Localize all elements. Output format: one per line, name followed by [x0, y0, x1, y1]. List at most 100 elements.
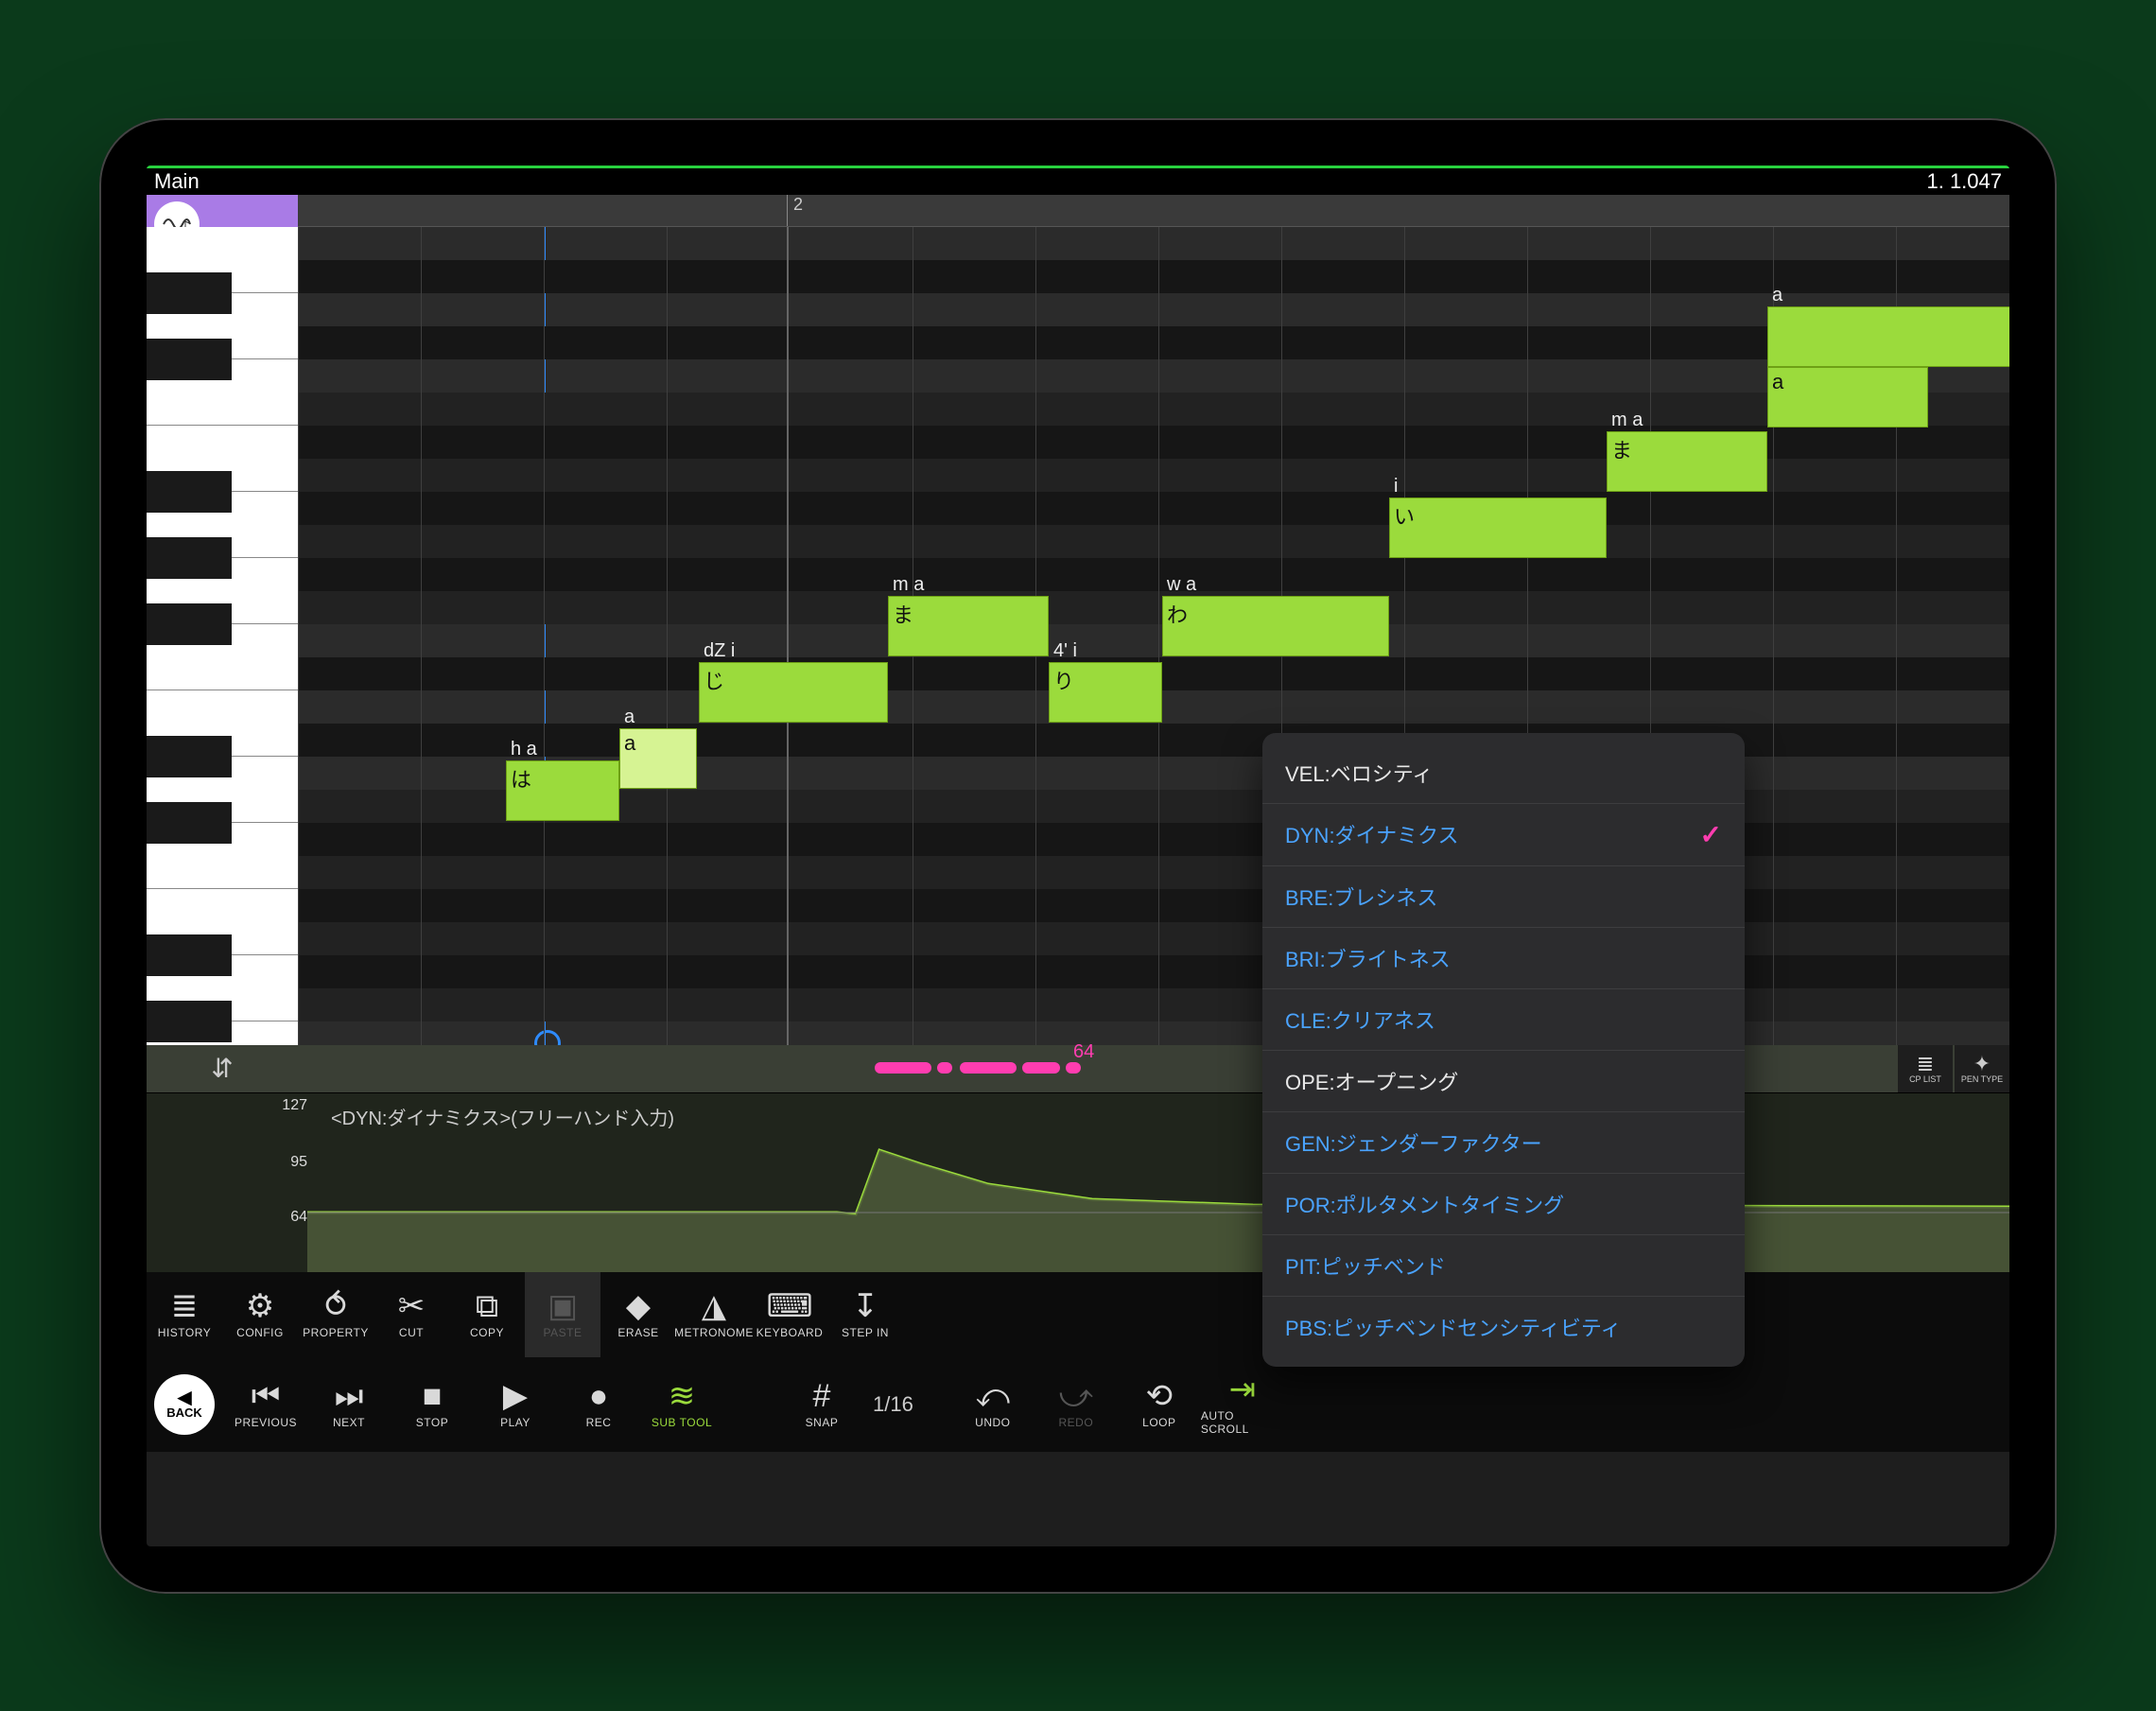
note[interactable]: iい	[1389, 498, 1607, 558]
note-phoneme: i	[1394, 476, 1398, 498]
tbtn-label: ERASE	[617, 1326, 658, 1339]
note[interactable]: aa	[1767, 367, 1928, 428]
popup-item[interactable]: OPE:オープニング	[1262, 1051, 1745, 1112]
redo-button: ⤻REDO	[1035, 1357, 1118, 1452]
popup-item[interactable]: CLE:クリアネス	[1262, 989, 1745, 1051]
note-phoneme: w a	[1167, 574, 1196, 596]
project-title: Main	[154, 169, 200, 194]
metronome-icon: ◮	[702, 1290, 726, 1322]
subtool-button[interactable]: ≋SUB TOOL	[640, 1357, 723, 1452]
popup-item-label: DYN:ダイナミクス	[1285, 819, 1458, 849]
snap-value[interactable]: 1/16	[863, 1392, 923, 1417]
stepin-button[interactable]: ↧ STEP IN	[827, 1272, 903, 1357]
note-lyric: い	[1394, 500, 1415, 531]
tbtn-label: CUT	[399, 1326, 424, 1339]
tbtn-label: CONFIG	[236, 1326, 284, 1339]
erase-icon: ◆	[626, 1290, 651, 1322]
timeline-ruler[interactable]: 2	[298, 195, 2009, 227]
popup-item[interactable]: PIT:ピッチベンド	[1262, 1235, 1745, 1297]
velocity-bar[interactable]	[875, 1062, 931, 1074]
tbtn-label: PROPERTY	[303, 1326, 369, 1339]
velocity-bar[interactable]	[1022, 1062, 1060, 1074]
note-grid[interactable]: h aはaadZ iじm aま4' iりw aわiいm aまaaa	[298, 227, 2009, 1045]
snap-button[interactable]: #SNAP	[780, 1357, 863, 1452]
velocity-bar[interactable]	[1066, 1062, 1081, 1074]
rec-button[interactable]: ●REC	[557, 1357, 640, 1452]
next-icon: ⏭	[335, 1380, 364, 1412]
velocity-bar[interactable]	[960, 1062, 1017, 1074]
popup-item-label: PIT:ピッチベンド	[1285, 1250, 1446, 1281]
toolbar-transport: ◄BACK⏮PREVIOUS⏭NEXT■STOP▶PLAY●REC≋SUB TO…	[147, 1357, 2009, 1452]
copy-icon: ⧉	[476, 1290, 498, 1322]
note[interactable]: m aま	[1607, 431, 1767, 492]
pen-icon: ✦	[1973, 1054, 1991, 1074]
config-button[interactable]: ⚙ CONFIG	[222, 1272, 298, 1357]
note-lyric: わ	[1167, 599, 1188, 629]
bar-marker-2: 2	[788, 195, 803, 214]
song-position: 1. 1.047	[1926, 169, 2002, 194]
popup-item[interactable]: BRE:ブレシネス	[1262, 866, 1745, 928]
copy-button[interactable]: ⧉COPY	[449, 1272, 525, 1357]
popup-item[interactable]: GEN:ジェンダーファクター	[1262, 1112, 1745, 1174]
snap-icon: #	[813, 1380, 831, 1412]
popup-item-label: GEN:ジェンダーファクター	[1285, 1127, 1542, 1158]
popup-item[interactable]: PBS:ピッチベンドセンシティビティ	[1262, 1297, 1745, 1357]
velocity-value: 64	[1073, 1041, 1094, 1063]
note-phoneme: dZ i	[704, 640, 735, 662]
parameter-popup[interactable]: VEL:ベロシティ DYN:ダイナミクス✓ BRE:ブレシネス BRI:ブライトネス C…	[1262, 733, 1745, 1367]
keyboard-button[interactable]: ⌨KEYBOARD	[752, 1272, 827, 1357]
property-button[interactable]: ⥀ PROPERTY	[298, 1272, 374, 1357]
loop-button[interactable]: ⟲LOOP	[1118, 1357, 1201, 1452]
next-button[interactable]: ⏭NEXT	[307, 1357, 391, 1452]
undo-button[interactable]: ⤺UNDO	[951, 1357, 1035, 1452]
autoscroll-button[interactable]: ⇥AUTO SCROLL	[1201, 1357, 1284, 1452]
stop-button[interactable]: ■STOP	[391, 1357, 474, 1452]
note[interactable]: 4' iり	[1049, 662, 1162, 723]
tbtn-label: STEP IN	[842, 1326, 889, 1339]
note[interactable]: dZ iじ	[699, 662, 888, 723]
note-lyric: a	[1772, 370, 1783, 394]
history-icon: ≣	[171, 1290, 199, 1322]
cplist-button[interactable]: ≣CP LIST	[1898, 1045, 1953, 1092]
note-lyric: は	[511, 763, 531, 794]
back-button[interactable]: ◄BACK	[154, 1374, 215, 1435]
note-phoneme: m a	[1611, 410, 1643, 431]
play-button[interactable]: ▶PLAY	[474, 1357, 557, 1452]
tbtn-label: HISTORY	[158, 1326, 211, 1339]
paste-button: ▣PASTE	[525, 1272, 600, 1357]
popup-item-label: BRE:ブレシネス	[1285, 882, 1437, 912]
app-screen: Main 1. 1.047 C4 C3 2 h aはaadZ iじm aま4' …	[147, 166, 2009, 1546]
previous-button[interactable]: ⏮PREVIOUS	[224, 1357, 307, 1452]
note-phoneme: h a	[511, 739, 537, 760]
popup-item-label: BRI:ブライトネス	[1285, 943, 1451, 973]
metronome-button[interactable]: ◮METRONOME	[676, 1272, 752, 1357]
history-button[interactable]: ≣ HISTORY	[147, 1272, 222, 1357]
popup-item-label: VEL:ベロシティ	[1285, 758, 1433, 788]
note[interactable]: a	[1767, 306, 2009, 367]
note[interactable]: m aま	[888, 596, 1049, 656]
loop-icon: ⟲	[1146, 1380, 1174, 1412]
list-icon: ≣	[1917, 1054, 1934, 1074]
auto-y-95: 95	[260, 1154, 307, 1171]
velocity-bar[interactable]	[937, 1062, 952, 1074]
drag-handle-icon[interactable]: ⇵	[147, 1053, 298, 1084]
note[interactable]: w aわ	[1162, 596, 1389, 656]
erase-button[interactable]: ◆ ERASE	[600, 1272, 676, 1357]
popup-item[interactable]: BRI:ブライトネス	[1262, 928, 1745, 989]
note-lyric: ま	[893, 599, 913, 629]
cut-button[interactable]: ✂ CUT	[374, 1272, 449, 1357]
popup-item-label: OPE:オープニング	[1285, 1066, 1458, 1096]
popup-item[interactable]: DYN:ダイナミクス✓	[1262, 804, 1745, 866]
cut-icon: ✂	[398, 1290, 426, 1322]
tbtn-label: KEYBOARD	[756, 1326, 824, 1339]
note-phoneme: 4' i	[1053, 640, 1077, 662]
note[interactable]: aa	[619, 728, 697, 789]
property-icon: ⥀	[324, 1290, 346, 1322]
popup-item[interactable]: VEL:ベロシティ	[1262, 742, 1745, 804]
stepin-icon: ↧	[852, 1290, 879, 1322]
piano-keyboard[interactable]	[147, 227, 298, 1045]
pentype-button[interactable]: ✦PEN TYPE	[1955, 1045, 2009, 1092]
popup-item[interactable]: POR:ポルタメントタイミング	[1262, 1174, 1745, 1235]
note[interactable]: h aは	[506, 760, 619, 821]
config-icon: ⚙	[246, 1290, 274, 1322]
